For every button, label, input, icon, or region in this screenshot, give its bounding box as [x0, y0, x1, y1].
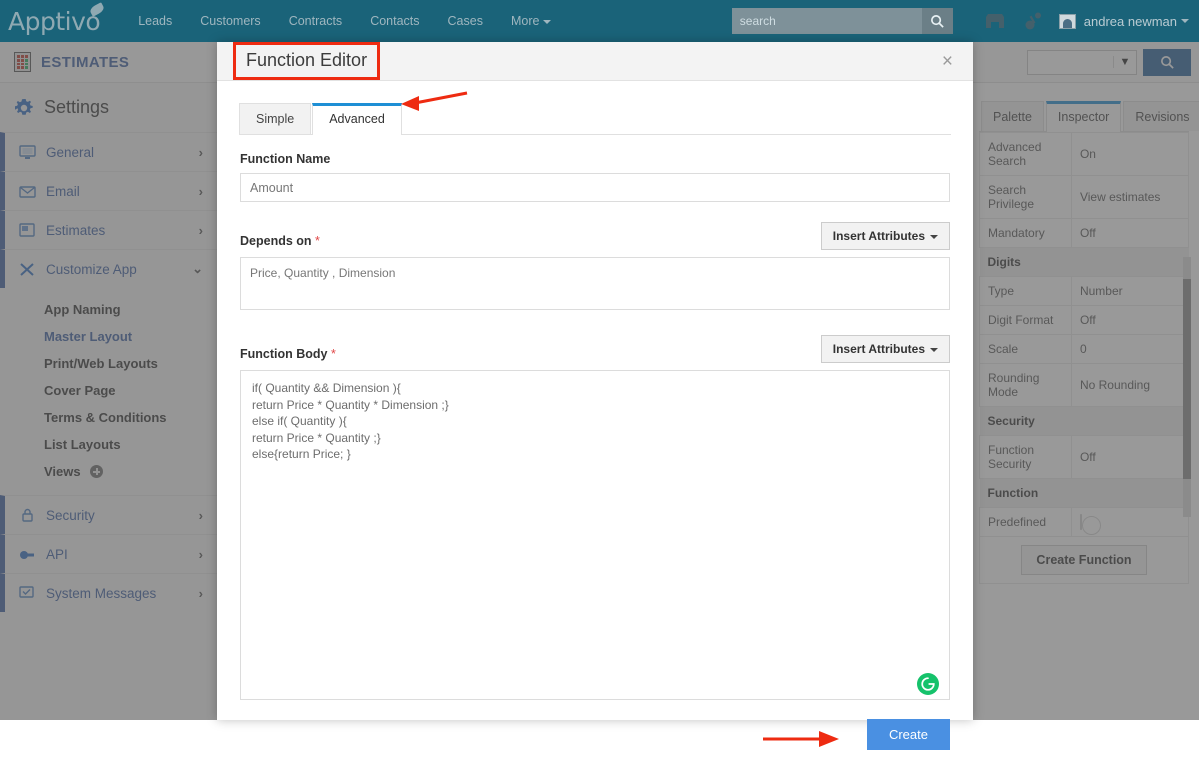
editor-tabs: Simple Advanced [239, 81, 951, 135]
store-button[interactable] [975, 13, 1015, 30]
dialog-title-highlight: Function Editor [233, 42, 381, 80]
nav-link-leads[interactable]: Leads [124, 1, 186, 41]
function-name-label: Function Name [240, 152, 331, 166]
dialog-footer: Create [217, 705, 973, 770]
apptivo-logo[interactable]: Apptivo [8, 1, 106, 36]
connect-icon [1025, 12, 1041, 29]
global-search-input[interactable] [731, 8, 922, 34]
leaf-icon [88, 1, 106, 17]
nav-link-contracts[interactable]: Contracts [275, 1, 357, 41]
create-button[interactable]: Create [866, 719, 950, 750]
depends-on-header-row: Depends on * Insert Attributes [240, 222, 950, 250]
global-search [731, 8, 953, 34]
search-icon [930, 14, 944, 28]
chevron-down-icon [543, 19, 552, 24]
avatar [1058, 13, 1076, 29]
main-nav-links: Leads Customers Contracts Contacts Cases… [124, 1, 565, 41]
function-body-label: Function Body * [240, 347, 336, 361]
nav-link-more-label: More [510, 14, 540, 28]
nav-link-contacts[interactable]: Contacts [356, 1, 433, 41]
depends-on-textarea[interactable] [240, 257, 950, 310]
connections-button[interactable] [1015, 12, 1053, 31]
nav-link-cases[interactable]: Cases [434, 1, 497, 41]
function-body-label-text: Function Body [240, 347, 328, 361]
store-icon [985, 13, 1004, 28]
function-name-input[interactable] [240, 173, 950, 202]
function-body-textarea[interactable] [240, 370, 950, 700]
dialog-header: Function Editor × [217, 42, 973, 81]
annotation-arrow-advanced [401, 91, 468, 111]
function-editor-dialog: Function Editor × Simple Advanced Functi… [217, 42, 973, 750]
insert-attributes-body-button[interactable]: Insert Attributes [820, 335, 950, 363]
nav-link-customers[interactable]: Customers [186, 1, 274, 41]
depends-on-label-text: Depends on [240, 234, 312, 248]
tab-advanced[interactable]: Advanced [312, 103, 402, 135]
chevron-down-icon [1181, 19, 1189, 23]
dialog-body: Simple Advanced Function Name Depends on… [217, 81, 973, 705]
chevron-down-icon [930, 234, 938, 239]
annotation-arrow-create [763, 731, 839, 747]
global-search-button[interactable] [921, 8, 953, 34]
dialog-title: Function Editor [246, 50, 368, 70]
top-navigation-bar: Apptivo Leads Customers Contracts Contac… [0, 0, 1199, 42]
close-icon[interactable]: × [936, 51, 959, 72]
nav-link-more[interactable]: More [497, 1, 565, 41]
user-name-label: andrea newman [1083, 13, 1177, 29]
insert-attributes-label: Insert Attributes [832, 342, 925, 356]
insert-attributes-depends-button[interactable]: Insert Attributes [820, 222, 950, 250]
insert-attributes-label: Insert Attributes [832, 229, 925, 243]
function-name-field: Function Name [240, 152, 950, 202]
user-menu[interactable]: andrea newman [1058, 13, 1189, 29]
depends-on-label: Depends on * [240, 234, 320, 248]
top-nav-right-tools: andrea newman [731, 8, 1199, 34]
function-body-wrapper [240, 370, 950, 705]
brand-text: Apptivo [8, 6, 101, 36]
required-asterisk: * [315, 234, 320, 248]
function-body-header-row: Function Body * Insert Attributes [240, 335, 950, 363]
chevron-down-icon [930, 347, 938, 352]
required-asterisk: * [330, 347, 336, 361]
tab-simple[interactable]: Simple [239, 103, 312, 134]
grammarly-icon[interactable] [917, 673, 939, 695]
